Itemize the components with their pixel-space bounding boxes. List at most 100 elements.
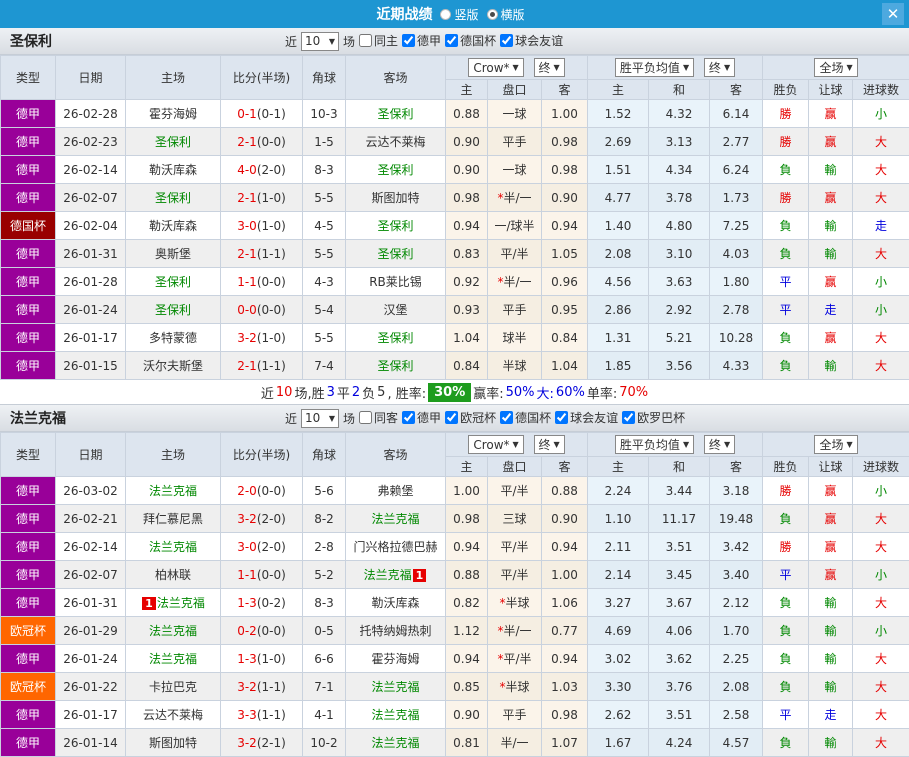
checkbox-input[interactable]	[555, 411, 568, 424]
corners-cell: 6-6	[303, 645, 346, 673]
handicap-cell: *半/一	[488, 268, 542, 296]
radio-checked-icon[interactable]	[487, 9, 498, 20]
filter-checkbox[interactable]: 德甲	[402, 32, 441, 49]
match-date: 26-02-07	[56, 561, 126, 589]
fulltime-score: 3-2	[237, 680, 257, 694]
team1-filter: 近 10 ▼ 场 同主德甲德国杯球会友谊	[285, 32, 563, 51]
avg-home-odds: 2.69	[588, 128, 649, 156]
checkbox-input[interactable]	[445, 34, 458, 47]
league-badge: 德国杯	[1, 212, 56, 240]
team-label: 圣保利	[155, 135, 191, 149]
match-date: 26-01-22	[56, 673, 126, 701]
away-team-cell: 门兴格拉德巴赫	[346, 533, 446, 561]
avg-stage-select[interactable]: 终▼	[704, 58, 735, 77]
match-row: 德甲26-01-14斯图加特3-2(2-1)10-2法兰克福0.81半/一1.0…	[1, 729, 909, 757]
odds-company-select[interactable]: Crow*▼	[468, 58, 523, 77]
result-goals: 大	[853, 184, 909, 212]
score-cell: 1-1(0-0)	[221, 268, 303, 296]
match-row: 德甲26-02-14法兰克福3-0(2-0)2-8门兴格拉德巴赫0.94平/半0…	[1, 533, 909, 561]
summary-segment: 平	[337, 383, 350, 402]
result-goals: 大	[853, 128, 909, 156]
layout-radio-horizontal[interactable]: 横版	[487, 6, 525, 23]
filter-checkbox[interactable]: 欧罗巴杯	[622, 409, 685, 426]
games-count-select[interactable]: 10 ▼	[301, 32, 339, 51]
filter-checkbox[interactable]: 同客	[359, 409, 398, 426]
team-label: 霍芬海姆	[371, 652, 419, 666]
result-handicap: 赢	[809, 477, 853, 505]
summary-segment: 5	[377, 385, 385, 400]
home-team-cell: 沃尔夫斯堡	[126, 352, 221, 380]
checkbox-input[interactable]	[500, 34, 513, 47]
home-odds: 1.04	[446, 324, 488, 352]
corners-cell: 5-2	[303, 561, 346, 589]
games-count-value: 10	[305, 411, 320, 425]
fulltime-select[interactable]: 全场▼	[814, 435, 857, 454]
sub-avg-away: 客	[710, 457, 763, 477]
col-date: 日期	[56, 433, 126, 477]
home-odds: 0.98	[446, 505, 488, 533]
checkbox-input[interactable]	[359, 34, 372, 47]
filter-checkbox[interactable]: 球会友谊	[555, 409, 618, 426]
checkbox-label: 欧冠杯	[460, 409, 496, 426]
filter-checkbox[interactable]: 德甲	[402, 409, 441, 426]
halftime-score: (1-0)	[257, 219, 286, 233]
avg-away-odds: 2.78	[710, 296, 763, 324]
close-button[interactable]: ✕	[882, 3, 904, 25]
league-badge: 德甲	[1, 505, 56, 533]
avg-type-select[interactable]: 胜平负均值▼	[615, 435, 694, 454]
sub-handicap: 盘口	[488, 80, 542, 100]
corners-cell: 8-3	[303, 156, 346, 184]
fulltime-score: 3-2	[237, 512, 257, 526]
checkbox-input[interactable]	[402, 34, 415, 47]
away-team-cell: 斯图加特	[346, 184, 446, 212]
avg-away-odds: 7.25	[710, 212, 763, 240]
result-goals: 大	[853, 729, 909, 757]
filter-checkbox[interactable]: 欧冠杯	[445, 409, 496, 426]
avg-away-odds: 10.28	[710, 324, 763, 352]
filter-checkbox[interactable]: 同主	[359, 32, 398, 49]
avg-away-odds: 3.40	[710, 561, 763, 589]
avg-type-select[interactable]: 胜平负均值▼	[615, 58, 694, 77]
home-team-cell: 斯图加特	[126, 729, 221, 757]
checkbox-input[interactable]	[445, 411, 458, 424]
avg-draw-odds: 4.34	[649, 156, 710, 184]
avg-home-odds: 1.85	[588, 352, 649, 380]
filter-checkbox[interactable]: 德国杯	[445, 32, 496, 49]
halftime-score: (0-0)	[257, 135, 286, 149]
league-badge: 德甲	[1, 296, 56, 324]
summary-segment: 大:	[537, 383, 554, 402]
league-badge: 德甲	[1, 352, 56, 380]
match-date: 26-01-31	[56, 240, 126, 268]
games-count-select[interactable]: 10 ▼	[301, 409, 339, 428]
checkbox-input[interactable]	[622, 411, 635, 424]
avg-draw-odds: 4.24	[649, 729, 710, 757]
fulltime-select[interactable]: 全场▼	[814, 58, 857, 77]
checkbox-input[interactable]	[359, 411, 372, 424]
avg-stage-select[interactable]: 终▼	[704, 435, 735, 454]
filter-checkbox[interactable]: 球会友谊	[500, 32, 563, 49]
layout-radio-vertical[interactable]: 竖版	[440, 6, 478, 23]
odds-header-cell: Crow*▼ 终▼	[446, 433, 588, 457]
match-row: 欧冠杯26-01-29法兰克福0-2(0-0)0-5托特纳姆热刺1.12*半/一…	[1, 617, 909, 645]
odds-stage-select[interactable]: 终▼	[534, 58, 565, 77]
team-label: 勒沃库森	[371, 596, 419, 610]
fulltime-header-cell: 全场▼	[763, 433, 909, 457]
odds-stage-select[interactable]: 终▼	[534, 435, 565, 454]
team-label: 拜仁慕尼黑	[143, 512, 203, 526]
filter-checkbox[interactable]: 德国杯	[500, 409, 551, 426]
handicap-cell: 半/一	[488, 729, 542, 757]
home-odds: 0.88	[446, 561, 488, 589]
odds-company-select[interactable]: Crow*▼	[468, 435, 523, 454]
league-badge: 德甲	[1, 128, 56, 156]
avg-draw-odds: 3.51	[649, 533, 710, 561]
checkbox-input[interactable]	[500, 411, 513, 424]
result-winloss: 勝	[763, 100, 809, 128]
home-team-cell: 圣保利	[126, 296, 221, 324]
avg-draw-odds: 3.10	[649, 240, 710, 268]
match-date: 26-01-28	[56, 268, 126, 296]
checkbox-input[interactable]	[402, 411, 415, 424]
titlebar: 近期战绩 竖版 横版 ✕	[0, 0, 909, 28]
radio-unchecked-icon[interactable]	[440, 9, 451, 20]
team-label: 法兰克福	[149, 624, 197, 638]
home-odds: 0.93	[446, 296, 488, 324]
